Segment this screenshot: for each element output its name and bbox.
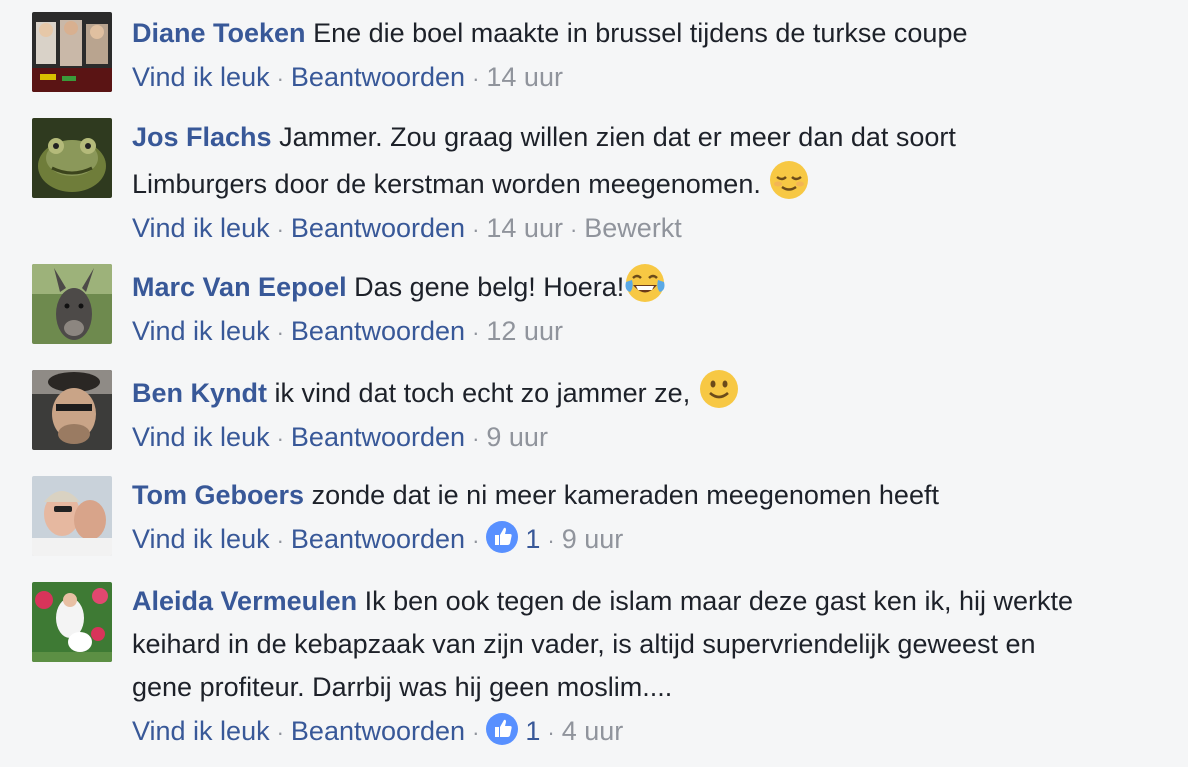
comment-body: Diane Toeken Ene die boel maakte in brus… bbox=[132, 12, 1182, 55]
comment-author-link[interactable]: Ben Kyndt bbox=[132, 378, 267, 408]
comment-text-line-3: gene profiteur. Darrbij was hij geen mos… bbox=[132, 672, 673, 702]
comment-actions: Vind ik leuk · Beantwoorden · 1 · 9 uur bbox=[132, 521, 1182, 559]
avatar-ben-kyndt[interactable] bbox=[32, 370, 112, 450]
separator: · bbox=[472, 217, 480, 242]
edited-label[interactable]: Bewerkt bbox=[584, 213, 682, 243]
comment-text-line-1: Jammer. Zou graag willen zien dat er mee… bbox=[279, 122, 956, 152]
separator: · bbox=[547, 720, 555, 745]
separator: · bbox=[569, 217, 578, 242]
comment-author-link[interactable]: Aleida Vermeulen bbox=[132, 586, 357, 616]
separator: · bbox=[472, 426, 480, 451]
like-link[interactable]: Vind ik leuk bbox=[132, 62, 270, 92]
avatar-marc-van-eepoel[interactable] bbox=[32, 264, 112, 344]
avatar-diane-toeken[interactable] bbox=[32, 12, 112, 92]
like-link[interactable]: Vind ik leuk bbox=[132, 213, 270, 243]
thumbs-up-icon[interactable] bbox=[486, 521, 519, 553]
comment-author-link[interactable]: Diane Toeken bbox=[132, 18, 306, 48]
reply-link[interactable]: Beantwoorden bbox=[291, 716, 465, 746]
separator: · bbox=[276, 66, 284, 91]
separator: · bbox=[276, 720, 284, 745]
comment-timestamp[interactable]: 9 uur bbox=[486, 422, 548, 452]
comment-body: Tom Geboers zonde dat ie ni meer kamerad… bbox=[132, 474, 1182, 517]
comment-actions: Vind ik leuk · Beantwoorden · 1 · 4 uur bbox=[132, 713, 1182, 751]
comment-text: Ene die boel maakte in brussel tijdens d… bbox=[313, 18, 968, 48]
separator: · bbox=[276, 217, 284, 242]
avatar-aleida-vermeulen[interactable] bbox=[32, 582, 112, 662]
comment-timestamp[interactable]: 9 uur bbox=[562, 524, 624, 554]
separator: · bbox=[276, 320, 284, 345]
comment-timestamp[interactable]: 12 uur bbox=[486, 316, 563, 346]
tears-of-joy-emoji-icon bbox=[624, 262, 666, 304]
comment-text: ik vind dat toch echt zo jammer ze, bbox=[274, 378, 691, 408]
like-link[interactable]: Vind ik leuk bbox=[132, 422, 270, 452]
comment-timestamp[interactable]: 14 uur bbox=[486, 62, 563, 92]
comment-body: Ben Kyndt ik vind dat toch echt zo jamme… bbox=[132, 368, 1182, 415]
comment-body: Marc Van Eepoel Das gene belg! Hoera! bbox=[132, 262, 1182, 309]
separator: · bbox=[472, 720, 480, 745]
thumbs-up-icon[interactable] bbox=[486, 713, 519, 745]
comment-timestamp[interactable]: 14 uur bbox=[486, 213, 563, 243]
comment-actions: Vind ik leuk · Beantwoorden · 14 uur · Bewerkt bbox=[132, 210, 1182, 248]
separator: · bbox=[276, 528, 284, 553]
comment-text-line-1: Ik ben ook tegen de islam maar deze gast… bbox=[364, 586, 1073, 616]
separator: · bbox=[276, 426, 284, 451]
relieved-face-emoji-icon bbox=[768, 159, 810, 201]
comment-author-link[interactable]: Jos Flachs bbox=[132, 122, 272, 152]
reply-link[interactable]: Beantwoorden bbox=[291, 62, 465, 92]
comment-actions: Vind ik leuk · Beantwoorden · 12 uur bbox=[132, 313, 1182, 351]
reply-link[interactable]: Beantwoorden bbox=[291, 316, 465, 346]
reply-link[interactable]: Beantwoorden bbox=[291, 524, 465, 554]
comment-body: Aleida Vermeulen Ik ben ook tegen de isl… bbox=[132, 580, 1182, 709]
separator: · bbox=[472, 528, 480, 553]
reaction-count[interactable]: 1 bbox=[518, 716, 540, 746]
separator: · bbox=[547, 528, 555, 553]
comment-author-link[interactable]: Marc Van Eepoel bbox=[132, 272, 347, 302]
separator: · bbox=[472, 320, 480, 345]
reaction-count[interactable]: 1 bbox=[518, 524, 540, 554]
comment-text: Das gene belg! Hoera! bbox=[354, 272, 625, 302]
comment-text-line-2: Limburgers door de kerstman worden meege… bbox=[132, 169, 761, 199]
like-link[interactable]: Vind ik leuk bbox=[132, 316, 270, 346]
comment-actions: Vind ik leuk · Beantwoorden · 9 uur bbox=[132, 419, 1182, 457]
slightly-smiling-face-emoji-icon bbox=[698, 368, 740, 410]
comment-author-link[interactable]: Tom Geboers bbox=[132, 480, 304, 510]
reply-link[interactable]: Beantwoorden bbox=[291, 213, 465, 243]
comment-text-line-2: keihard in de kebapzaak van zijn vader, … bbox=[132, 629, 1036, 659]
like-link[interactable]: Vind ik leuk bbox=[132, 524, 270, 554]
comment-actions: Vind ik leuk · Beantwoorden · 14 uur bbox=[132, 59, 1182, 97]
separator: · bbox=[472, 66, 480, 91]
comment-text: zonde dat ie ni meer kameraden meegenome… bbox=[311, 480, 939, 510]
comment-body: Jos Flachs Jammer. Zou graag willen zien… bbox=[132, 116, 1182, 206]
reply-link[interactable]: Beantwoorden bbox=[291, 422, 465, 452]
like-link[interactable]: Vind ik leuk bbox=[132, 716, 270, 746]
avatar-jos-flachs[interactable] bbox=[32, 118, 112, 198]
comment-timestamp[interactable]: 4 uur bbox=[562, 716, 624, 746]
avatar-tom-geboers[interactable] bbox=[32, 476, 112, 556]
